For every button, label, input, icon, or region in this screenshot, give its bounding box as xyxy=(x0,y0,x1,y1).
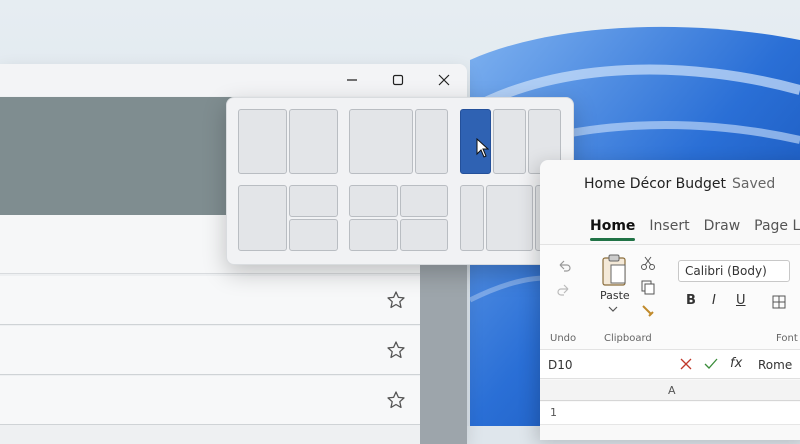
underline-button[interactable]: U xyxy=(736,293,746,308)
font-name-value: Calibri (Body) xyxy=(685,264,767,278)
font-group-label: Font xyxy=(776,333,798,344)
star-outline-icon[interactable] xyxy=(386,290,406,310)
tab-page-layout[interactable]: Page Lay xyxy=(754,218,800,234)
insert-function-button[interactable]: fx xyxy=(730,356,742,371)
snap-zone-wide-center[interactable] xyxy=(486,185,533,251)
snap-zone-one-third-right[interactable] xyxy=(415,109,448,174)
snap-zone-quad-left[interactable] xyxy=(238,185,287,251)
sheet-row[interactable] xyxy=(540,402,800,425)
cut-icon[interactable] xyxy=(640,255,656,271)
format-painter-icon[interactable] xyxy=(640,303,656,319)
snap-zone-quad-bottom-right[interactable] xyxy=(289,219,338,251)
undo-group-label: Undo xyxy=(550,333,577,344)
column-header-a[interactable]: A xyxy=(668,384,676,397)
excel-window: Home Décor Budget Saved Home Insert Draw Pag… xyxy=(540,160,800,440)
list-item[interactable] xyxy=(0,326,420,375)
chevron-down-icon[interactable] xyxy=(608,305,618,313)
copy-icon[interactable] xyxy=(640,279,656,295)
snap-zone-half-right[interactable] xyxy=(289,109,338,174)
clipboard-group-label: Clipboard xyxy=(604,333,652,344)
snap-zone-quad-top-right[interactable] xyxy=(289,185,338,217)
paste-icon[interactable] xyxy=(600,253,628,287)
document-name: Home Décor Budget xyxy=(584,176,727,192)
maximize-icon xyxy=(392,74,404,86)
borders-icon[interactable] xyxy=(772,295,786,309)
scroll-region xyxy=(420,264,467,444)
minimize-button[interactable] xyxy=(329,64,375,96)
snap-zone-top-right[interactable] xyxy=(400,185,448,217)
tab-home[interactable]: Home xyxy=(590,218,635,234)
formula-value[interactable]: Rome xyxy=(758,358,792,372)
font-name-dropdown[interactable]: Calibri (Body) xyxy=(678,260,790,282)
ribbon-tabs: Home Insert Draw Page Lay xyxy=(590,218,800,234)
paste-button[interactable]: Paste xyxy=(600,289,630,302)
snap-zone-narrow-left[interactable] xyxy=(460,185,484,251)
enter-check-icon[interactable] xyxy=(704,358,718,370)
title-bar xyxy=(0,64,467,96)
snap-layouts-flyout xyxy=(226,97,574,265)
undo-icon[interactable] xyxy=(556,259,572,275)
cancel-icon[interactable] xyxy=(680,358,692,370)
document-title: Home Décor Budget Saved xyxy=(584,176,775,192)
snap-zone-bottom-right[interactable] xyxy=(400,219,448,251)
snap-zone-half-left[interactable] xyxy=(238,109,287,174)
minimize-icon xyxy=(347,79,357,81)
italic-button[interactable]: I xyxy=(712,293,716,308)
snap-zone-top-left[interactable] xyxy=(349,185,398,217)
mouse-pointer-icon xyxy=(476,138,490,158)
tab-insert[interactable]: Insert xyxy=(649,218,689,234)
list-item[interactable] xyxy=(0,376,420,425)
tab-draw[interactable]: Draw xyxy=(704,218,741,234)
name-box[interactable]: D10 xyxy=(548,358,573,372)
row-header-1[interactable]: 1 xyxy=(550,406,557,419)
save-status: Saved xyxy=(732,176,776,192)
snap-zone-bottom-left[interactable] xyxy=(349,219,398,251)
redo-icon[interactable] xyxy=(556,283,572,299)
snap-zone-third-middle[interactable] xyxy=(493,109,526,174)
close-icon xyxy=(438,74,450,86)
star-outline-icon[interactable] xyxy=(386,390,406,410)
star-outline-icon[interactable] xyxy=(386,340,406,360)
snap-zone-two-thirds-left[interactable] xyxy=(349,109,413,174)
list-item[interactable] xyxy=(0,276,420,325)
bold-button[interactable]: B xyxy=(686,293,696,308)
maximize-button[interactable] xyxy=(375,64,421,96)
close-button[interactable] xyxy=(421,64,467,96)
